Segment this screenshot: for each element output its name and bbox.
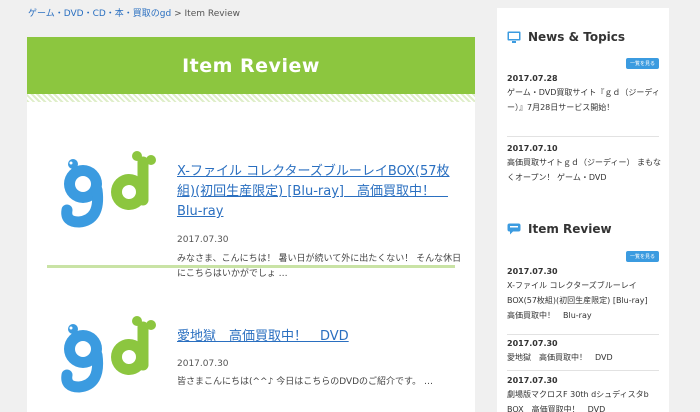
review-excerpt: 皆さまこんにちは(^^♪ 今日はこちらのDVDのご紹介です。 …: [177, 377, 434, 387]
review-date: 2017.07.30: [177, 359, 229, 369]
news-entry-date: 2017.07.10: [507, 144, 558, 153]
news-heading-label: News & Topics: [528, 30, 626, 44]
sidebar-divider: [507, 136, 659, 137]
monitor-icon: [507, 31, 521, 43]
review-panel: Item Review X-ファイル コレクターズブルーレイBOX(57枚組)(…: [27, 37, 475, 412]
news-entry[interactable]: 2017.07.10 高価買取サイトｇｄ（ジーディー） まもなくオープン！ ゲー…: [507, 144, 662, 185]
sidebar-divider: [507, 370, 659, 371]
review-title-link[interactable]: 愛地獄 高価買取中！ DVD: [177, 327, 462, 347]
review-title-link[interactable]: X-ファイル コレクターズブルーレイBOX(57枚組)(初回生産限定) [Blu…: [177, 162, 462, 222]
breadcrumb-home-link[interactable]: ゲーム・DVD・CD・本・買取のgd: [28, 9, 171, 19]
chat-bubble-icon: [507, 223, 521, 235]
review-entry-text[interactable]: 愛地獄 高価買取中！ DVD: [507, 350, 662, 365]
review-entry-date: 2017.07.30: [507, 376, 558, 385]
review-entry[interactable]: 2017.07.30 劇場版マクロスF 30th dシュディスタb BOX 高価…: [507, 376, 662, 412]
news-entry-text[interactable]: 高価買取サイトｇｄ（ジーディー） まもなくオープン！ ゲーム・DVD: [507, 155, 662, 185]
gd-logo-icon[interactable]: [57, 142, 157, 242]
review-date: 2017.07.30: [177, 235, 229, 245]
review-heading: Item Review: [507, 222, 612, 236]
review-entry-text[interactable]: X-ファイル コレクターズブルーレイBOX(57枚組)(初回生産限定) [Blu…: [507, 278, 662, 323]
item-divider: [47, 265, 455, 268]
header-stripe: [27, 94, 475, 102]
breadcrumb-separator: >: [174, 9, 182, 19]
review-entry-date: 2017.07.30: [507, 339, 558, 348]
breadcrumb-current: Item Review: [184, 9, 240, 19]
review-heading-label: Item Review: [528, 222, 612, 236]
sidebar: News & Topics 一覧を見る 2017.07.28 ゲーム・DVD買取…: [497, 8, 669, 412]
news-see-all-button[interactable]: 一覧を見る: [625, 58, 659, 69]
news-heading: News & Topics: [507, 30, 625, 44]
review-entry[interactable]: 2017.07.30 愛地獄 高価買取中！ DVD: [507, 339, 662, 365]
gd-logo-icon[interactable]: [57, 307, 157, 407]
sidebar-divider: [507, 334, 659, 335]
review-see-all-button[interactable]: 一覧を見る: [625, 251, 659, 262]
review-entry-date: 2017.07.30: [507, 267, 558, 276]
review-entry[interactable]: 2017.07.30 X-ファイル コレクターズブルーレイBOX(57枚組)(初…: [507, 267, 662, 323]
breadcrumb: ゲーム・DVD・CD・本・買取のgd > Item Review: [28, 6, 240, 19]
review-entry-text[interactable]: 劇場版マクロスF 30th dシュディスタb BOX 高価買取中！ DVD: [507, 387, 662, 412]
news-entry-date: 2017.07.28: [507, 74, 558, 83]
page-title: Item Review: [27, 37, 475, 94]
news-entry-text[interactable]: ゲーム・DVD買取サイト『ｇｄ（ジーディー）』7月28日サービス開始！: [507, 85, 662, 115]
news-entry[interactable]: 2017.07.28 ゲーム・DVD買取サイト『ｇｄ（ジーディー）』7月28日サ…: [507, 74, 662, 115]
